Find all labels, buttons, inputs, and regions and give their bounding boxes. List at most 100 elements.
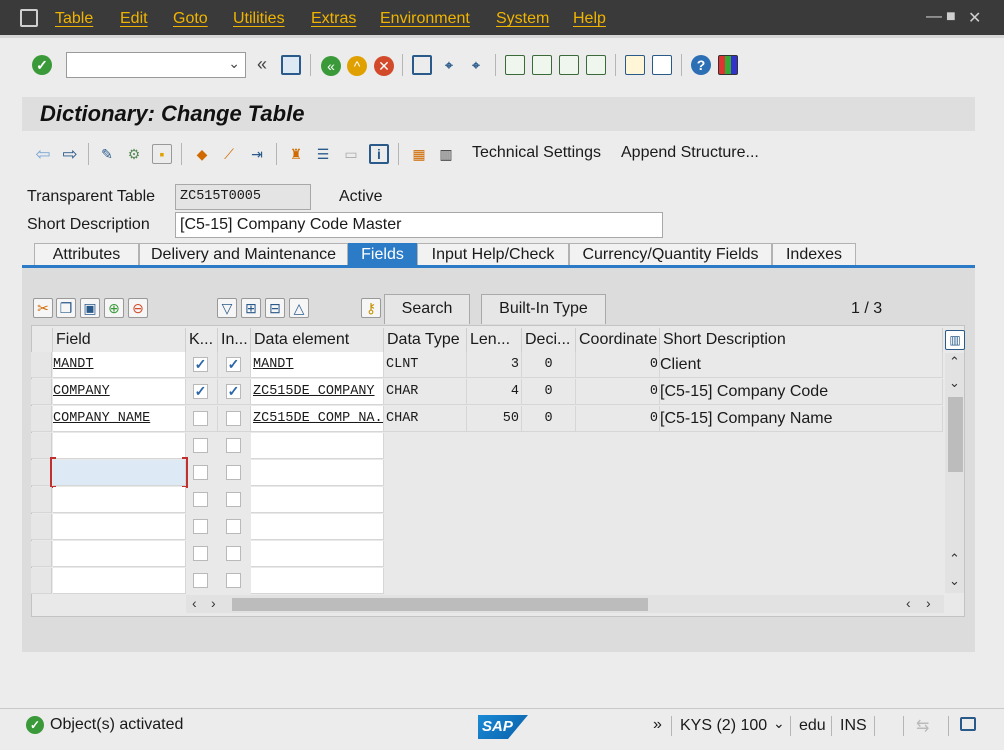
menu-table[interactable]: Table (55, 10, 93, 28)
empty-field-cell[interactable] (53, 541, 186, 567)
row-selector[interactable] (31, 487, 52, 513)
key-checkbox[interactable] (193, 573, 208, 588)
tab-attributes[interactable]: Attributes (34, 243, 139, 266)
table-row-data-element[interactable]: MANDT (251, 352, 384, 378)
scroll-right-icon[interactable]: › (211, 595, 216, 611)
key-checkbox[interactable] (193, 411, 208, 426)
table-row-field[interactable]: COMPANY_NAME (53, 406, 186, 432)
new-session-icon[interactable] (625, 55, 645, 75)
short-description-field[interactable]: [C5-15] Company Code Master (175, 212, 663, 238)
empty-data-element-cell[interactable] (251, 541, 384, 567)
tab-input-help-check[interactable]: Input Help/Check (417, 243, 569, 266)
empty-data-element-cell[interactable] (251, 568, 384, 594)
row-selector[interactable] (31, 433, 52, 459)
status-message[interactable]: Object(s) activated (50, 716, 183, 734)
initial-values-checkbox[interactable] (226, 438, 241, 453)
column-header-selector[interactable] (32, 328, 53, 352)
back-icon[interactable]: « (321, 56, 341, 76)
empty-field-cell[interactable] (53, 568, 186, 594)
first-page-icon[interactable] (505, 55, 525, 75)
scroll-left-icon[interactable]: ‹ (192, 595, 197, 611)
cancel-icon[interactable]: ✕ (374, 56, 394, 76)
scroll-right-end-icon[interactable]: › (926, 595, 931, 611)
dropdown-icon[interactable]: ⌄ (228, 55, 240, 72)
builtin-type-button[interactable]: Built-In Type (481, 294, 606, 324)
column-header-initial-values[interactable]: In... (218, 328, 251, 352)
system-dropdown-icon[interactable]: ⌄ (773, 715, 785, 732)
tab-delivery-and-maintenance[interactable]: Delivery and Maintenance (139, 243, 348, 266)
table-row-data-element[interactable]: ZC515DE_COMP_NA... (251, 406, 384, 432)
row-selector[interactable] (31, 568, 52, 594)
scroll-down-icon[interactable]: ⌄ (949, 375, 960, 391)
tab-currency-quantity-fields[interactable]: Currency/Quantity Fields (569, 243, 772, 266)
initial-values-checkbox[interactable] (226, 465, 241, 480)
find-icon[interactable]: ⌖ (439, 55, 459, 75)
initial-values-checkbox[interactable]: ✓ (226, 384, 241, 399)
key-checkbox[interactable] (193, 465, 208, 480)
help-icon[interactable]: ? (691, 55, 711, 75)
display-object-list-icon[interactable]: ⇥ (247, 144, 267, 164)
enter-icon[interactable]: ✓ (32, 55, 52, 75)
menu-system[interactable]: System (496, 10, 549, 28)
empty-field-cell[interactable] (53, 487, 186, 513)
table-row-field[interactable]: COMPANY (53, 379, 186, 405)
upload-icon[interactable]: △ (289, 298, 309, 318)
empty-data-element-cell[interactable] (251, 514, 384, 540)
row-selector[interactable] (31, 514, 52, 540)
key-checkbox[interactable]: ✓ (193, 357, 208, 372)
forward-arrow-icon[interactable]: ⇨ (60, 144, 80, 164)
row-selector[interactable] (31, 541, 52, 567)
menu-extras[interactable]: Extras (311, 10, 356, 28)
column-header-short-description[interactable]: Short Description (660, 328, 943, 352)
column-header-data-element[interactable]: Data element (251, 328, 384, 352)
tab-fields[interactable]: Fields (348, 243, 417, 266)
row-selector[interactable] (31, 460, 52, 486)
contents-icon[interactable]: ▦ (409, 144, 429, 164)
command-field[interactable]: ⌄ (66, 52, 246, 78)
customize-layout-icon[interactable] (718, 55, 738, 75)
menu-goto[interactable]: Goto (173, 10, 208, 28)
column-settings-icon[interactable]: ▥ (945, 330, 965, 350)
maximize-icon[interactable]: ■ (946, 8, 956, 26)
menu-help[interactable]: Help (573, 10, 606, 28)
check-object-icon[interactable]: ▪ (152, 144, 172, 164)
empty-field-cell[interactable] (53, 433, 186, 459)
info-icon[interactable]: i (369, 144, 389, 164)
sap-menu-icon[interactable] (20, 9, 38, 27)
column-header-length[interactable]: Len... (467, 328, 522, 352)
table-row-data-element[interactable]: ZC515DE_COMPANY (251, 379, 384, 405)
row-selector[interactable] (31, 352, 52, 378)
display-change-icon[interactable]: ✎ (97, 144, 117, 164)
scroll-page-down-icon[interactable]: ⌄ (949, 573, 960, 589)
activate-icon[interactable]: ⚙ (124, 144, 144, 164)
previous-page-icon[interactable] (532, 55, 552, 75)
next-page-icon[interactable] (559, 55, 579, 75)
scroll-up-icon[interactable]: ⌃ (949, 354, 960, 370)
menu-environment[interactable]: Environment (380, 10, 470, 28)
last-page-icon[interactable] (586, 55, 606, 75)
append-structure-button[interactable]: Append Structure... (621, 144, 759, 162)
empty-data-element-cell[interactable] (251, 487, 384, 513)
column-header-coordinate[interactable]: Coordinate (576, 328, 660, 352)
focused-field-cell[interactable] (53, 460, 186, 486)
initial-values-checkbox[interactable]: ✓ (226, 357, 241, 372)
menu-edit[interactable]: Edit (120, 10, 148, 28)
other-object-icon[interactable]: ◆ (192, 144, 212, 164)
close-icon[interactable]: ✕ (968, 8, 981, 28)
shortcut-icon[interactable] (652, 55, 672, 75)
object-list-icon[interactable]: ☰ (313, 144, 333, 164)
input-mode[interactable]: INS (840, 717, 867, 735)
key-checkbox[interactable] (193, 546, 208, 561)
hierarchy-icon[interactable]: ♜ (286, 144, 306, 164)
search-button[interactable]: Search (384, 294, 470, 324)
collapse-toolbar-icon[interactable]: « (257, 54, 267, 75)
initial-values-checkbox[interactable] (226, 492, 241, 507)
horizontal-scroll-thumb[interactable] (232, 598, 648, 611)
find-next-icon[interactable]: ⌖ (466, 55, 486, 75)
paste-row-icon[interactable]: ▣ (80, 298, 100, 318)
technical-settings-button[interactable]: Technical Settings (472, 144, 601, 162)
where-used-icon[interactable]: ⟋ (219, 144, 239, 164)
key-checkbox[interactable] (193, 519, 208, 534)
tab-indexes[interactable]: Indexes (772, 243, 856, 266)
initial-values-checkbox[interactable] (226, 411, 241, 426)
